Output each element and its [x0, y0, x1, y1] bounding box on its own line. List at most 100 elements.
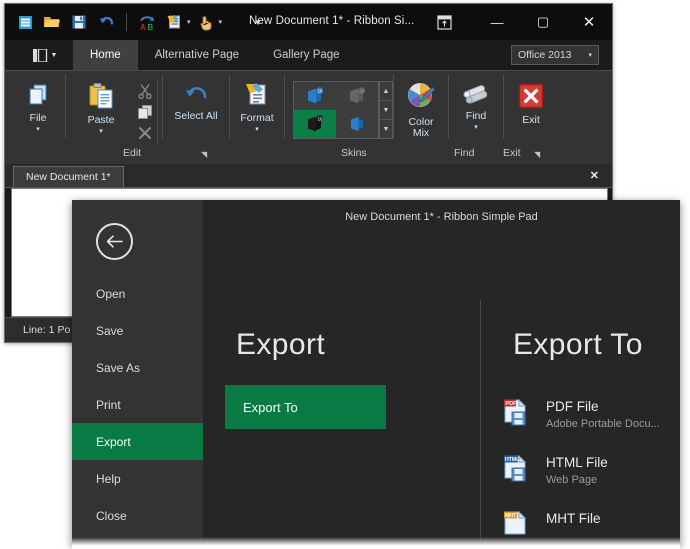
file-text: PDF File Adobe Portable Docu... [546, 395, 660, 430]
copy-icon[interactable] [132, 102, 158, 122]
cut-icon[interactable] [132, 81, 158, 101]
spell-check-icon[interactable]: A B [135, 10, 159, 34]
svg-text:16: 16 [318, 88, 323, 93]
file-button-label: File [29, 112, 47, 124]
gallery-scroll-down-icon[interactable]: ▼ [380, 101, 392, 120]
skin-office-grey[interactable]: 16 [336, 82, 378, 110]
backstage-item-print[interactable]: Print [72, 386, 203, 423]
group-label-exit: Exit [503, 147, 521, 159]
tab-gallery-page[interactable]: Gallery Page [256, 40, 356, 70]
back-button[interactable] [96, 223, 133, 260]
ribbon-group-format: Format ▾ [230, 71, 284, 149]
edit-dialog-launcher-icon[interactable]: ◥ [201, 150, 207, 159]
backstage-view: Open Save Save As Print Export Help Clos… [72, 200, 680, 546]
save-disk-icon[interactable] [67, 10, 91, 34]
file-title: MHT File [546, 511, 601, 526]
file-text: MHT File [546, 507, 601, 530]
backstage-item-open[interactable]: Open [72, 275, 203, 312]
chevron-down-icon[interactable]: ▾ [187, 18, 191, 26]
backstage-item-export[interactable]: Export [72, 423, 203, 460]
exit-dialog-launcher-icon[interactable]: ◥ [534, 150, 540, 159]
svg-text:MHT: MHT [505, 513, 517, 519]
backstage-item-help[interactable]: Help [72, 460, 203, 497]
list-item[interactable]: HTML HTML File Web Page [503, 451, 680, 507]
paste-button-label: Paste [87, 114, 115, 126]
minimize-button[interactable]: — [474, 4, 520, 40]
color-mix-button[interactable]: Color Mix [394, 75, 448, 139]
exit-button[interactable]: Exit [504, 75, 558, 126]
document-tab-bar: New Document 1* ✕ [5, 164, 612, 188]
backstage-menu: Open Save Save As Print Export Help Clos… [72, 275, 203, 534]
chevron-down-icon: ▾ [588, 52, 592, 59]
exit-button-label: Exit [522, 114, 540, 126]
backstage-item-save[interactable]: Save [72, 312, 203, 349]
ribbon-group-skins: 16 16 16 ▲ ▼ ▼ [285, 71, 393, 149]
select-all-button[interactable]: Select All [163, 75, 229, 122]
document-tab-close-icon[interactable]: ✕ [590, 169, 599, 182]
status-text: Line: 1 Po [23, 324, 71, 336]
svg-text:16: 16 [360, 88, 365, 93]
svg-text:16: 16 [318, 116, 323, 121]
chevron-down-icon[interactable]: ▾ [99, 127, 103, 135]
ribbon-group-select: Select All [163, 71, 229, 149]
touch-mode-icon[interactable] [194, 10, 218, 34]
file-button[interactable]: File ▾ [11, 75, 65, 133]
gallery-scrollbar[interactable]: ▲ ▼ ▼ [379, 81, 393, 139]
ribbon-display-options-icon[interactable] [433, 12, 455, 32]
export-to-button[interactable]: Export To [225, 385, 386, 429]
list-item[interactable]: PDF PDF File Adobe Portable Docu... [503, 395, 680, 451]
format-button[interactable]: Format ▾ [230, 75, 284, 133]
skin-selector-value: Office 2013 [518, 49, 572, 61]
window-controls: — ▢ ✕ [474, 4, 612, 40]
chevron-down-icon[interactable]: ▾ [474, 123, 478, 131]
skin-office-blue[interactable]: 16 [294, 82, 336, 110]
backstage-title: New Document 1* - Ribbon Simple Pad [345, 211, 538, 223]
file-title: HTML File [546, 455, 608, 470]
select-all-label: Select All [174, 110, 218, 122]
undo-icon[interactable] [94, 10, 118, 34]
svg-text:HTML: HTML [505, 457, 520, 463]
ribbon-group-labels: Edit ◥ Skins Find Exit ◥ ⌃ [5, 79, 612, 234]
window-title: New Document 1* - Ribbon Si... [249, 15, 415, 27]
gallery-more-icon[interactable]: ▼ [380, 120, 392, 138]
file-subtitle: Web Page [546, 474, 598, 486]
group-label-skins: Skins [341, 147, 367, 159]
ribbon-group-colormix: Color Mix [394, 71, 448, 149]
pdf-file-icon: PDF [503, 398, 533, 430]
skins-gallery[interactable]: 16 16 16 [293, 81, 379, 139]
application-menu-button[interactable]: ▼ [27, 44, 63, 66]
screen: A B ▾ ▾ ▼ New Document 1* - Ribbon Si...… [0, 0, 690, 549]
gallery-scroll-up-icon[interactable]: ▲ [380, 82, 392, 101]
backstage-item-close[interactable]: Close [72, 497, 203, 534]
viewport-bottom-fade [72, 537, 680, 549]
maximize-button[interactable]: ▢ [520, 4, 566, 40]
paste-button[interactable]: Paste ▾ [74, 75, 128, 135]
open-folder-icon[interactable] [40, 10, 64, 34]
skin-selector-dropdown[interactable]: Office 2013 ▾ [511, 45, 599, 65]
document-tab[interactable]: New Document 1* [13, 166, 124, 187]
chevron-down-icon[interactable]: ▾ [255, 125, 259, 133]
group-label-edit: Edit [123, 147, 142, 159]
chevron-down-icon[interactable]: ▾ [36, 125, 40, 133]
ribbon-tab-strip: ▼ Home Alternative Page Gallery Page Off… [5, 40, 612, 70]
format-paint-icon[interactable] [162, 10, 186, 34]
export-file-list: PDF PDF File Adobe Portable Docu... HTML… [503, 395, 680, 546]
skin-office-green[interactable]: 16 [294, 110, 336, 138]
backstage-item-save-as[interactable]: Save As [72, 349, 203, 386]
chevron-down-icon-2[interactable]: ▾ [219, 18, 223, 26]
find-button-label: Find [465, 110, 487, 122]
close-button[interactable]: ✕ [566, 4, 612, 40]
skin-office-colored[interactable] [336, 110, 378, 138]
delete-icon[interactable] [132, 123, 158, 143]
new-document-icon[interactable] [13, 10, 37, 34]
find-button[interactable]: Find ▾ [449, 75, 503, 131]
export-heading: Export [236, 328, 326, 361]
format-button-label: Format [240, 112, 274, 124]
file-title: PDF File [546, 399, 599, 414]
tab-alternative-page[interactable]: Alternative Page [138, 40, 256, 70]
ribbon: File ▾ Paste ▾ Select All Format ▾ 16 16… [5, 70, 612, 234]
color-mix-label-2: Mix [412, 127, 430, 139]
svg-text:PDF: PDF [505, 401, 517, 407]
file-subtitle: Adobe Portable Docu... [546, 418, 660, 430]
tab-home[interactable]: Home [73, 40, 138, 70]
